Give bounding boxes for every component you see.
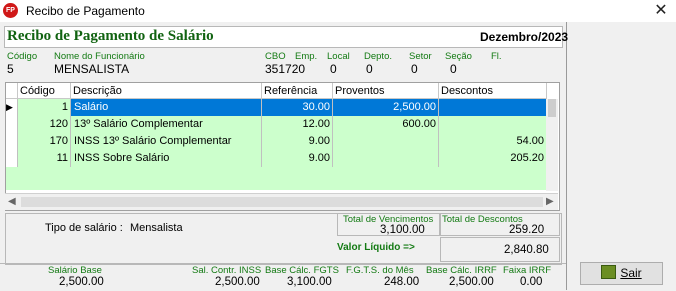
scroll-right-icon[interactable]: ▶: [546, 196, 554, 207]
col-descontos[interactable]: Descontos: [439, 83, 547, 99]
close-icon[interactable]: ✕: [646, 0, 676, 22]
cell-codigo[interactable]: 1: [18, 99, 71, 116]
cell-descontos[interactable]: [439, 99, 547, 116]
setor-value: 0: [411, 62, 418, 76]
horizontal-scroll-thumb[interactable]: [21, 197, 543, 207]
cell-proventos[interactable]: 2,500.00: [333, 99, 439, 116]
faixa-irrf-value: 0.00: [520, 276, 543, 288]
tipo-salario-value: Mensalista: [130, 222, 183, 234]
vertical-scrollbar[interactable]: [546, 99, 558, 191]
faixa-irrf-label: Faixa IRRF: [503, 265, 552, 276]
cbo-label: CBO: [265, 51, 286, 62]
table-row[interactable]: 120 13º Salário Complementar 12.00 600.00: [6, 116, 547, 133]
cell-descricao[interactable]: INSS 13º Salário Complementar: [71, 133, 262, 150]
row-indicator: [6, 116, 18, 133]
cell-descricao[interactable]: 13º Salário Complementar: [71, 116, 262, 133]
col-codigo[interactable]: Código: [18, 83, 71, 99]
table-filler: [6, 167, 546, 190]
indicator-header: [6, 83, 18, 99]
liquido-value: 2,840.80: [504, 244, 549, 256]
app-icon: FP: [3, 3, 18, 18]
window-titlebar: FP Recibo de Pagamento ✕: [0, 0, 676, 22]
cell-descricao[interactable]: Salário: [71, 99, 262, 116]
cell-codigo[interactable]: 11: [18, 150, 71, 167]
fgts-mes-label: F.G.T.S. do Mês: [346, 265, 414, 276]
table-row[interactable]: 170 INSS 13º Salário Complementar 9.00 54.0…: [6, 133, 547, 150]
cell-referencia[interactable]: 9.00: [262, 133, 333, 150]
row-indicator: [6, 133, 18, 150]
local-label: Local: [327, 51, 350, 62]
base-irrf-label: Base Cálc. IRRF: [426, 265, 497, 276]
cell-descontos[interactable]: 205.20: [439, 150, 547, 167]
cell-descricao[interactable]: INSS Sobre Salário: [71, 150, 262, 167]
row-indicator: [6, 150, 18, 167]
cell-descontos[interactable]: [439, 116, 547, 133]
exit-door-icon: [601, 265, 617, 279]
total-vencimentos-value: 3,100.00: [380, 224, 425, 236]
emp-label: Emp.: [295, 51, 318, 62]
cell-referencia[interactable]: 30.00: [262, 99, 333, 116]
cell-referencia[interactable]: 9.00: [262, 150, 333, 167]
fl-label: Fl.: [491, 51, 502, 62]
name-value: MENSALISTA: [54, 62, 130, 76]
cell-proventos[interactable]: 600.00: [333, 116, 439, 133]
cell-proventos[interactable]: [333, 150, 439, 167]
liquido-label: Valor Líquido =>: [337, 242, 415, 253]
code-value: 5: [7, 62, 14, 76]
page-title: Recibo de Pagamento de Salário: [7, 28, 214, 44]
sal-contr-value: 2,500.00: [215, 276, 260, 288]
depto-label: Depto.: [364, 51, 392, 62]
depto-value: 0: [366, 62, 373, 76]
base-fgts-label: Base Cálc. FGTS: [265, 265, 339, 276]
sair-button[interactable]: Sair: [580, 262, 663, 285]
local-value: 0: [330, 62, 337, 76]
cell-referencia[interactable]: 12.00: [262, 116, 333, 133]
items-table[interactable]: Código Descrição Referência Proventos De…: [5, 82, 560, 211]
window-title: Recibo de Pagamento: [26, 4, 145, 18]
tipo-salario-label: Tipo de salário :: [45, 222, 123, 234]
vertical-scroll-thumb[interactable]: [548, 99, 556, 117]
cell-codigo[interactable]: 120: [18, 116, 71, 133]
salario-base-value: 2,500.00: [59, 276, 104, 288]
scroll-left-icon[interactable]: ◀: [8, 196, 16, 207]
cell-descontos[interactable]: 54.00: [439, 133, 547, 150]
setor-label: Setor: [409, 51, 432, 62]
col-referencia[interactable]: Referência: [262, 83, 333, 99]
total-descontos-value: 259.20: [509, 224, 545, 236]
table-row[interactable]: ▶ 1 Salário 30.00 2,500.00: [6, 99, 547, 116]
base-irrf-value: 2,500.00: [449, 276, 494, 288]
period-label: Dezembro/2023: [480, 30, 569, 44]
col-descricao[interactable]: Descrição: [71, 83, 262, 99]
salario-base-label: Salário Base: [48, 265, 102, 276]
cbo-value: 351720: [265, 62, 306, 76]
current-row-indicator-icon: ▶: [6, 99, 18, 116]
fgts-mes-value: 248.00: [384, 276, 420, 288]
secao-value: 0: [450, 62, 457, 76]
sal-contr-label: Sal. Contr. INSS: [192, 265, 262, 276]
cell-proventos[interactable]: [333, 133, 439, 150]
col-proventos[interactable]: Proventos: [333, 83, 439, 99]
horizontal-scrollbar[interactable]: ◀ ▶: [5, 193, 558, 210]
secao-label: Seção: [445, 51, 472, 62]
name-label: Nome do Funcionário: [54, 51, 145, 62]
base-fgts-value: 3,100.00: [287, 276, 332, 288]
sair-button-label: Sair: [620, 266, 642, 280]
table-row[interactable]: 11 INSS Sobre Salário 9.00 205.20: [6, 150, 547, 167]
code-label: Código: [7, 51, 38, 62]
cell-codigo[interactable]: 170: [18, 133, 71, 150]
